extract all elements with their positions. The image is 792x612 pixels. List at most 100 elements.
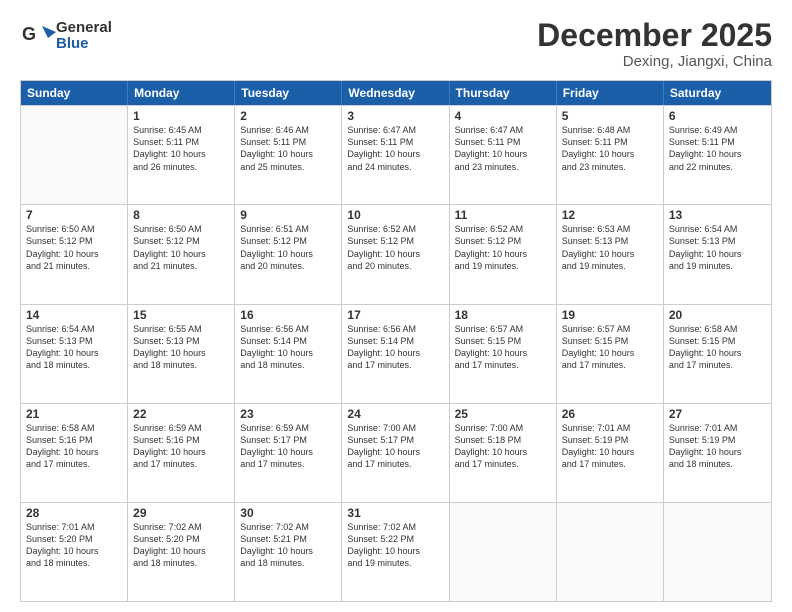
calendar-cell: 26Sunrise: 7:01 AMSunset: 5:19 PMDayligh… xyxy=(557,404,664,502)
day-info: Sunrise: 7:00 AMSunset: 5:18 PMDaylight:… xyxy=(455,422,551,471)
day-number: 14 xyxy=(26,308,122,322)
day-info: Sunrise: 6:49 AMSunset: 5:11 PMDaylight:… xyxy=(669,124,766,173)
day-info: Sunrise: 7:02 AMSunset: 5:20 PMDaylight:… xyxy=(133,521,229,570)
day-number: 29 xyxy=(133,506,229,520)
calendar-body: 1Sunrise: 6:45 AMSunset: 5:11 PMDaylight… xyxy=(21,105,771,601)
calendar-cell: 3Sunrise: 6:47 AMSunset: 5:11 PMDaylight… xyxy=(342,106,449,204)
calendar-cell: 18Sunrise: 6:57 AMSunset: 5:15 PMDayligh… xyxy=(450,305,557,403)
day-number: 8 xyxy=(133,208,229,222)
day-number: 17 xyxy=(347,308,443,322)
calendar-cell: 23Sunrise: 6:59 AMSunset: 5:17 PMDayligh… xyxy=(235,404,342,502)
day-number: 9 xyxy=(240,208,336,222)
calendar-cell: 10Sunrise: 6:52 AMSunset: 5:12 PMDayligh… xyxy=(342,205,449,303)
weekday-header: Saturday xyxy=(664,81,771,105)
day-info: Sunrise: 7:01 AMSunset: 5:19 PMDaylight:… xyxy=(562,422,658,471)
day-info: Sunrise: 6:57 AMSunset: 5:15 PMDaylight:… xyxy=(455,323,551,372)
calendar-cell: 2Sunrise: 6:46 AMSunset: 5:11 PMDaylight… xyxy=(235,106,342,204)
day-number: 27 xyxy=(669,407,766,421)
calendar-cell: 9Sunrise: 6:51 AMSunset: 5:12 PMDaylight… xyxy=(235,205,342,303)
day-number: 4 xyxy=(455,109,551,123)
calendar-cell: 31Sunrise: 7:02 AMSunset: 5:22 PMDayligh… xyxy=(342,503,449,601)
calendar-row: 21Sunrise: 6:58 AMSunset: 5:16 PMDayligh… xyxy=(21,403,771,502)
weekday-header: Friday xyxy=(557,81,664,105)
day-info: Sunrise: 6:58 AMSunset: 5:16 PMDaylight:… xyxy=(26,422,122,471)
day-info: Sunrise: 7:02 AMSunset: 5:22 PMDaylight:… xyxy=(347,521,443,570)
calendar-cell: 29Sunrise: 7:02 AMSunset: 5:20 PMDayligh… xyxy=(128,503,235,601)
weekday-header: Sunday xyxy=(21,81,128,105)
day-info: Sunrise: 6:52 AMSunset: 5:12 PMDaylight:… xyxy=(347,223,443,272)
calendar-cell xyxy=(664,503,771,601)
calendar-cell: 8Sunrise: 6:50 AMSunset: 5:12 PMDaylight… xyxy=(128,205,235,303)
calendar-cell xyxy=(450,503,557,601)
weekday-header: Tuesday xyxy=(235,81,342,105)
day-number: 21 xyxy=(26,407,122,421)
weekday-header: Wednesday xyxy=(342,81,449,105)
day-number: 25 xyxy=(455,407,551,421)
calendar-cell: 21Sunrise: 6:58 AMSunset: 5:16 PMDayligh… xyxy=(21,404,128,502)
day-number: 26 xyxy=(562,407,658,421)
calendar-cell: 14Sunrise: 6:54 AMSunset: 5:13 PMDayligh… xyxy=(21,305,128,403)
day-info: Sunrise: 7:01 AMSunset: 5:19 PMDaylight:… xyxy=(669,422,766,471)
day-info: Sunrise: 6:57 AMSunset: 5:15 PMDaylight:… xyxy=(562,323,658,372)
calendar-row: 1Sunrise: 6:45 AMSunset: 5:11 PMDaylight… xyxy=(21,105,771,204)
logo-icon: G xyxy=(20,18,56,54)
day-info: Sunrise: 6:47 AMSunset: 5:11 PMDaylight:… xyxy=(455,124,551,173)
day-info: Sunrise: 6:46 AMSunset: 5:11 PMDaylight:… xyxy=(240,124,336,173)
day-info: Sunrise: 7:01 AMSunset: 5:20 PMDaylight:… xyxy=(26,521,122,570)
calendar-cell: 16Sunrise: 6:56 AMSunset: 5:14 PMDayligh… xyxy=(235,305,342,403)
calendar-cell: 30Sunrise: 7:02 AMSunset: 5:21 PMDayligh… xyxy=(235,503,342,601)
calendar-cell: 27Sunrise: 7:01 AMSunset: 5:19 PMDayligh… xyxy=(664,404,771,502)
calendar-cell: 19Sunrise: 6:57 AMSunset: 5:15 PMDayligh… xyxy=(557,305,664,403)
calendar: SundayMondayTuesdayWednesdayThursdayFrid… xyxy=(20,80,772,602)
day-number: 2 xyxy=(240,109,336,123)
day-number: 15 xyxy=(133,308,229,322)
day-info: Sunrise: 6:59 AMSunset: 5:16 PMDaylight:… xyxy=(133,422,229,471)
calendar-cell: 17Sunrise: 6:56 AMSunset: 5:14 PMDayligh… xyxy=(342,305,449,403)
day-info: Sunrise: 6:50 AMSunset: 5:12 PMDaylight:… xyxy=(133,223,229,272)
day-number: 20 xyxy=(669,308,766,322)
day-info: Sunrise: 6:45 AMSunset: 5:11 PMDaylight:… xyxy=(133,124,229,173)
calendar-cell: 25Sunrise: 7:00 AMSunset: 5:18 PMDayligh… xyxy=(450,404,557,502)
day-info: Sunrise: 6:53 AMSunset: 5:13 PMDaylight:… xyxy=(562,223,658,272)
day-info: Sunrise: 6:58 AMSunset: 5:15 PMDaylight:… xyxy=(669,323,766,372)
day-number: 6 xyxy=(669,109,766,123)
day-number: 1 xyxy=(133,109,229,123)
day-number: 30 xyxy=(240,506,336,520)
calendar-cell: 6Sunrise: 6:49 AMSunset: 5:11 PMDaylight… xyxy=(664,106,771,204)
logo: G General Blue xyxy=(20,18,112,54)
day-number: 3 xyxy=(347,109,443,123)
header: G General Blue December 2025 Dexing, Jia… xyxy=(20,18,772,70)
calendar-cell: 13Sunrise: 6:54 AMSunset: 5:13 PMDayligh… xyxy=(664,205,771,303)
day-info: Sunrise: 6:55 AMSunset: 5:13 PMDaylight:… xyxy=(133,323,229,372)
calendar-cell: 15Sunrise: 6:55 AMSunset: 5:13 PMDayligh… xyxy=(128,305,235,403)
calendar-cell: 7Sunrise: 6:50 AMSunset: 5:12 PMDaylight… xyxy=(21,205,128,303)
calendar-cell xyxy=(557,503,664,601)
day-number: 11 xyxy=(455,208,551,222)
logo-line2: Blue xyxy=(56,36,112,53)
page: G General Blue December 2025 Dexing, Jia… xyxy=(0,0,792,612)
calendar-cell xyxy=(21,106,128,204)
svg-text:G: G xyxy=(22,24,36,44)
day-info: Sunrise: 7:02 AMSunset: 5:21 PMDaylight:… xyxy=(240,521,336,570)
calendar-title: December 2025 xyxy=(537,18,772,53)
day-info: Sunrise: 6:47 AMSunset: 5:11 PMDaylight:… xyxy=(347,124,443,173)
calendar-cell: 5Sunrise: 6:48 AMSunset: 5:11 PMDaylight… xyxy=(557,106,664,204)
day-info: Sunrise: 6:51 AMSunset: 5:12 PMDaylight:… xyxy=(240,223,336,272)
day-info: Sunrise: 6:50 AMSunset: 5:12 PMDaylight:… xyxy=(26,223,122,272)
day-info: Sunrise: 6:56 AMSunset: 5:14 PMDaylight:… xyxy=(240,323,336,372)
day-info: Sunrise: 6:52 AMSunset: 5:12 PMDaylight:… xyxy=(455,223,551,272)
calendar-row: 28Sunrise: 7:01 AMSunset: 5:20 PMDayligh… xyxy=(21,502,771,601)
calendar-row: 7Sunrise: 6:50 AMSunset: 5:12 PMDaylight… xyxy=(21,204,771,303)
calendar-cell: 11Sunrise: 6:52 AMSunset: 5:12 PMDayligh… xyxy=(450,205,557,303)
calendar-cell: 24Sunrise: 7:00 AMSunset: 5:17 PMDayligh… xyxy=(342,404,449,502)
day-number: 18 xyxy=(455,308,551,322)
title-block: December 2025 Dexing, Jiangxi, China xyxy=(537,18,772,70)
day-info: Sunrise: 6:56 AMSunset: 5:14 PMDaylight:… xyxy=(347,323,443,372)
day-number: 7 xyxy=(26,208,122,222)
calendar-cell: 1Sunrise: 6:45 AMSunset: 5:11 PMDaylight… xyxy=(128,106,235,204)
day-info: Sunrise: 6:54 AMSunset: 5:13 PMDaylight:… xyxy=(669,223,766,272)
day-number: 16 xyxy=(240,308,336,322)
day-number: 19 xyxy=(562,308,658,322)
weekday-header: Thursday xyxy=(450,81,557,105)
calendar-row: 14Sunrise: 6:54 AMSunset: 5:13 PMDayligh… xyxy=(21,304,771,403)
